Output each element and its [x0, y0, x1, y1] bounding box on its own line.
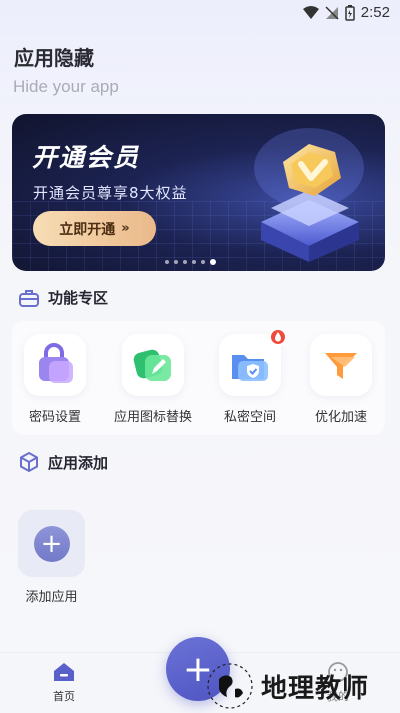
vip-banner[interactable]: 开通会员 开通会员尊享8大权益 立即开通 » — [12, 114, 385, 271]
nav-home[interactable]: 首页 — [44, 661, 84, 704]
feature-optimize-speed[interactable]: 优化加速 — [296, 334, 386, 425]
status-bar: 2:52 — [0, 0, 400, 24]
pagination-dot[interactable] — [174, 260, 178, 264]
globe-logo-icon — [207, 663, 253, 709]
add-app-label: 添加应用 — [25, 590, 78, 605]
edit-icon — [133, 349, 171, 381]
lock-icon — [39, 343, 73, 383]
page-title: 应用隐藏 — [14, 46, 94, 70]
plus-icon: + — [33, 525, 70, 562]
feature-private-space[interactable]: 私密空间 — [205, 328, 295, 425]
cube-icon — [20, 451, 38, 473]
home-icon — [54, 663, 74, 681]
vip-crown-illustration — [254, 128, 364, 262]
double-chevron-icon: » — [121, 221, 130, 236]
app-add-section-title: 应用添加 — [48, 453, 109, 472]
pagination-dot-active[interactable] — [210, 259, 216, 265]
status-time: 2:52 — [360, 4, 390, 21]
banner-title: 开通会员 — [32, 143, 141, 172]
shield-folder-icon — [232, 355, 268, 381]
feature-label: 应用图标替换 — [113, 410, 192, 425]
features-card: 密码设置 应用图标替换 私密空间 优化加速 — [12, 321, 385, 435]
feature-icon-box — [24, 334, 86, 396]
features-section-title: 功能专区 — [48, 289, 109, 307]
banner-subtitle: 开通会员尊享8大权益 — [33, 184, 188, 202]
features-section-header: 功能专区 — [18, 287, 108, 308]
wifi-icon — [302, 5, 319, 19]
toolbox-icon — [19, 289, 39, 307]
nav-home-label: 首页 — [53, 690, 75, 703]
hot-badge — [269, 328, 287, 346]
feature-icon-replace[interactable]: 应用图标替换 — [108, 334, 198, 425]
watermark: 地理教师 — [205, 660, 397, 712]
add-app-box[interactable]: + — [18, 510, 85, 577]
feature-label: 优化加速 — [314, 410, 367, 425]
funnel-icon — [325, 353, 357, 379]
feature-icon-box — [122, 334, 184, 396]
page-subtitle: Hide your app — [13, 77, 119, 96]
status-icons: 2:52 — [302, 4, 390, 21]
feature-icon-box — [310, 334, 372, 396]
flame-icon — [275, 332, 281, 342]
feature-icon-box — [219, 328, 287, 396]
activate-vip-button[interactable]: 立即开通 » — [33, 211, 156, 246]
pagination-dot[interactable] — [165, 260, 169, 264]
banner-pagination — [165, 259, 216, 265]
pagination-dot[interactable] — [183, 260, 187, 264]
watermark-text: 地理教师 — [261, 673, 370, 704]
activate-vip-label: 立即开通 — [59, 221, 116, 238]
battery-icon — [345, 4, 355, 21]
pagination-dot[interactable] — [192, 260, 196, 264]
feature-label: 密码设置 — [28, 410, 81, 425]
no-signal-icon — [325, 5, 339, 20]
app-add-section-header: 应用添加 — [18, 451, 108, 473]
pagination-dot[interactable] — [201, 260, 205, 264]
feature-password-settings[interactable]: 密码设置 — [10, 334, 100, 425]
add-app-button[interactable]: + 添加应用 — [18, 510, 85, 605]
feature-label: 私密空间 — [223, 410, 276, 425]
